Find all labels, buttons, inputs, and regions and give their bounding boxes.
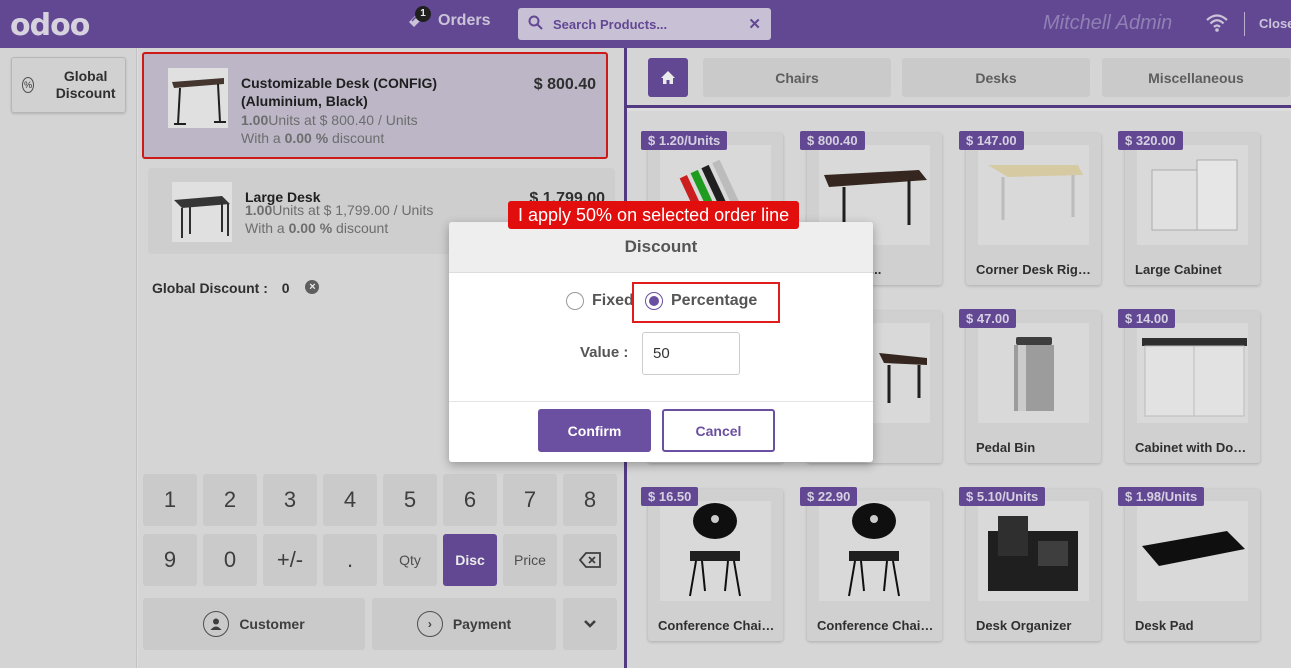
highlight-box [632, 282, 780, 323]
fixed-radio[interactable] [566, 292, 584, 310]
confirm-button[interactable]: Confirm [538, 409, 651, 452]
value-label: Value : [580, 344, 629, 361]
dialog-title: Discount [449, 222, 873, 273]
annotation-callout: I apply 50% on selected order line [508, 201, 800, 229]
fixed-label: Fixed [592, 292, 634, 309]
discount-value-input[interactable] [642, 332, 740, 375]
dialog-footer-divider [449, 401, 873, 402]
fixed-option[interactable]: Fixed [566, 292, 634, 310]
discount-dialog: Discount Fixed Percentage Value : Confir… [449, 222, 873, 462]
cancel-button[interactable]: Cancel [662, 409, 775, 452]
